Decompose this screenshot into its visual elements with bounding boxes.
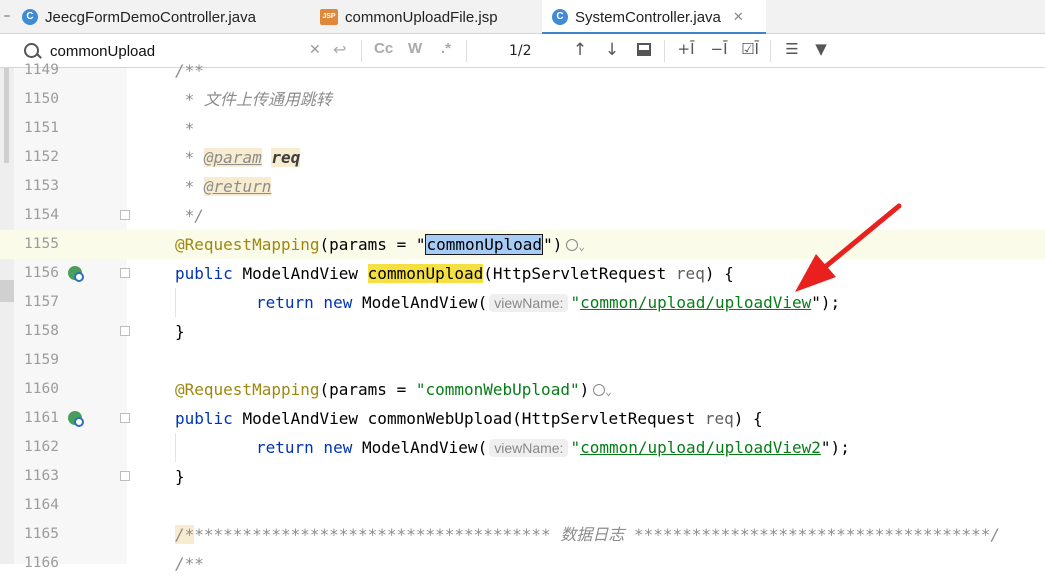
code-line: 1159 [0, 346, 1045, 375]
line-number: 1159 [24, 352, 59, 368]
code-line: 1150 * 文件上传通用跳转 [0, 85, 1045, 114]
code-text: /************************************** … [175, 525, 1000, 544]
code-line: 1157 return new ModelAndView(viewName: "c… [0, 288, 1045, 317]
code-line: 1151 * [0, 114, 1045, 143]
whole-words-button[interactable]: W [408, 40, 422, 57]
fold-marker-icon[interactable] [120, 471, 130, 481]
code-line: 1152 * @param req [0, 143, 1045, 172]
filter-search-results-icon[interactable] [637, 43, 651, 56]
code-line-current: 1155 @RequestMapping(params = "commonUpl… [0, 230, 1045, 259]
selected-match: commonUpload [425, 234, 544, 255]
code-text: return new ModelAndView(viewName: "common… [256, 293, 841, 312]
line-number: 1165 [24, 526, 59, 542]
code-line: 1156 public ModelAndView commonUpload(Ht… [0, 259, 1045, 288]
code-line: 1158 } [0, 317, 1045, 346]
tab-scroll-left-icon[interactable]: – [0, 0, 14, 34]
code-text: public ModelAndView commonUpload(HttpSer… [175, 264, 734, 283]
line-number: 1160 [24, 381, 59, 397]
code-line: 1160 @RequestMapping(params = "commonWeb… [0, 375, 1045, 404]
line-number: 1162 [24, 439, 59, 455]
line-number: 1154 [24, 207, 59, 223]
code-text: * @return [175, 177, 272, 196]
endpoint-gutter-icon[interactable] [68, 266, 84, 282]
code-line: 1163 } [0, 462, 1045, 491]
line-number: 1156 [24, 265, 59, 281]
line-number: 1163 [24, 468, 59, 484]
code-text: @RequestMapping(params = "commonUpload")… [175, 234, 585, 255]
code-text: * @param req [175, 148, 301, 167]
java-class-icon: C [552, 9, 568, 25]
code-text: public ModelAndView commonWebUpload(Http… [175, 409, 763, 428]
line-number: 1150 [24, 91, 59, 107]
code-text: /** [175, 61, 204, 80]
web-globe-icon[interactable] [566, 239, 579, 251]
fold-marker-icon[interactable] [120, 326, 130, 336]
jsp-file-icon: JSP [320, 9, 338, 25]
code-text: @RequestMapping(params = "commonWebUploa… [175, 380, 612, 399]
code-line: 1154 */ [0, 201, 1045, 230]
line-number: 1152 [24, 149, 59, 165]
tab-label: JeecgFormDemoController.java [45, 8, 256, 26]
line-number: 1161 [24, 410, 59, 426]
view-path-link: common/upload/uploadView2 [580, 438, 821, 457]
parameter-hint: viewName: [489, 294, 569, 312]
code-line: 1164 [0, 491, 1045, 520]
web-globe-icon[interactable] [593, 384, 606, 396]
tab-label: SystemController.java [575, 8, 721, 26]
fold-marker-icon[interactable] [120, 268, 130, 278]
search-match: commonUpload [367, 264, 484, 283]
parameter-hint: viewName: [489, 439, 569, 457]
tab-label: commonUploadFile.jsp [345, 8, 498, 26]
indent-guide [175, 288, 176, 317]
tab-commonuploadfile-jsp[interactable]: JSP commonUploadFile.jsp [320, 0, 498, 34]
line-number: 1153 [24, 178, 59, 194]
line-number: 1157 [24, 294, 59, 310]
code-line: 1162 return new ModelAndView(viewName: "c… [0, 433, 1045, 462]
code-text: * [175, 119, 195, 138]
regex-button[interactable]: .* [441, 40, 451, 57]
code-text: * 文件上传通用跳转 [175, 90, 332, 109]
tab-systemcontroller[interactable]: C SystemController.java ✕ [542, 0, 766, 35]
line-number: 1158 [24, 323, 59, 339]
code-text: return new ModelAndView(viewName: "common… [256, 438, 850, 457]
code-line: 1149 /** [0, 56, 1045, 85]
close-tab-icon[interactable]: ✕ [733, 9, 744, 25]
line-number: 1164 [24, 497, 59, 513]
chevron-down-icon: ⌄ [578, 240, 585, 253]
endpoint-gutter-icon[interactable] [68, 411, 84, 427]
java-class-icon: C [22, 9, 38, 25]
code-text: */ [175, 206, 204, 225]
indent-guide [175, 433, 176, 462]
line-number: 1151 [24, 120, 59, 136]
chevron-down-icon: ⌄ [605, 385, 612, 398]
code-text: } [175, 467, 185, 486]
code-line: 1161 public ModelAndView commonWebUpload… [0, 404, 1045, 433]
code-line: 1153 * @return [0, 172, 1045, 201]
line-number: 1155 [24, 236, 59, 252]
line-number: 1149 [24, 62, 59, 78]
code-line: 1165 /**********************************… [0, 520, 1045, 549]
editor-tab-bar: – C JeecgFormDemoController.java JSP com… [0, 0, 1045, 35]
match-case-button[interactable]: Cc [374, 40, 393, 57]
fold-marker-icon[interactable] [120, 210, 130, 220]
code-text: } [175, 322, 185, 341]
fold-marker-icon[interactable] [120, 413, 130, 423]
view-path-link: common/upload/uploadView [580, 293, 812, 312]
tab-jeecgformdemocontroller[interactable]: C JeecgFormDemoController.java [22, 0, 256, 34]
